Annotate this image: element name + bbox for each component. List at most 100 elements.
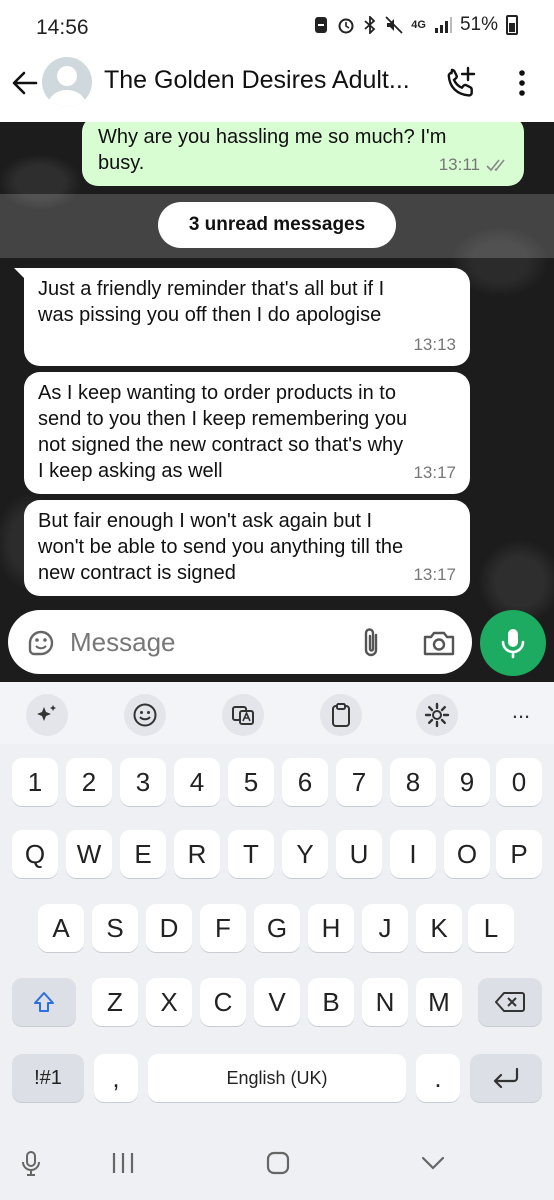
message-line: send to you then I keep remembering you	[38, 408, 408, 430]
keyboard: ... 1 2 3 4 5 6 7 8 9 0 Q W E R T Y U I …	[0, 682, 554, 1130]
message-bubble-outgoing[interactable]: Why are you hassling me so much? I'm bus…	[82, 122, 524, 186]
key-p[interactable]: P	[496, 830, 542, 878]
key-a[interactable]: A	[38, 904, 84, 952]
message-time: 13:17	[413, 565, 456, 584]
hide-keyboard-icon[interactable]	[420, 1150, 446, 1176]
message-input[interactable]: Message	[8, 610, 472, 674]
mic-button[interactable]	[480, 610, 546, 676]
battery-percent: 51%	[459, 14, 498, 35]
avatar[interactable]	[42, 57, 92, 107]
key-i[interactable]: I	[390, 830, 436, 878]
network-type: 4G	[411, 19, 426, 31]
voice-input-icon[interactable]	[20, 1150, 42, 1178]
message-line: Just a friendly reminder that's all but …	[38, 278, 385, 300]
key-g[interactable]: G	[254, 904, 300, 952]
message-line: But fair enough I won't ask again but I	[38, 510, 373, 532]
message-time: 13:11	[438, 155, 480, 174]
period-key[interactable]: .	[416, 1054, 460, 1102]
key-8[interactable]: 8	[390, 758, 436, 806]
key-6[interactable]: 6	[282, 758, 328, 806]
key-7[interactable]: 7	[336, 758, 382, 806]
message-time: 13:17	[413, 463, 456, 482]
settings-icon[interactable]	[416, 694, 458, 736]
translate-icon[interactable]	[222, 694, 264, 736]
sticker-icon[interactable]	[26, 628, 56, 658]
key-r[interactable]: R	[174, 830, 220, 878]
message-line: I keep asking as well	[38, 460, 223, 482]
key-1[interactable]: 1	[12, 758, 58, 806]
system-nav-bar	[0, 1130, 554, 1200]
camera-icon[interactable]	[422, 628, 456, 658]
key-y[interactable]: Y	[282, 830, 328, 878]
comma-key[interactable]: ,	[94, 1054, 138, 1102]
home-icon[interactable]	[265, 1150, 291, 1176]
key-n[interactable]: N	[362, 978, 408, 1026]
message-line: not signed the new contract so that's wh…	[38, 434, 404, 456]
shift-icon	[34, 992, 54, 1012]
chat-title[interactable]: The Golden Desires Adult...	[104, 66, 426, 95]
attach-icon[interactable]	[358, 626, 384, 660]
key-x[interactable]: X	[146, 978, 192, 1026]
message-line: won't be able to send you anything till …	[38, 536, 404, 558]
key-e[interactable]: E	[120, 830, 166, 878]
key-q[interactable]: Q	[12, 830, 58, 878]
status-time: 14:56	[36, 16, 89, 39]
message-placeholder: Message	[70, 627, 176, 657]
more-vert-icon[interactable]	[512, 68, 532, 98]
message-bubble-incoming[interactable]: As I keep wanting to order products in t…	[24, 372, 470, 494]
message-line: As I keep wanting to order products in t…	[38, 382, 396, 404]
key-t[interactable]: T	[228, 830, 274, 878]
key-l[interactable]: L	[468, 904, 514, 952]
key-9[interactable]: 9	[444, 758, 490, 806]
message-time: 13:13	[413, 335, 456, 354]
key-z[interactable]: Z	[92, 978, 138, 1026]
message-line: new contract is signed	[38, 562, 236, 584]
chat-header: The Golden Desires Adult...	[0, 54, 554, 122]
enter-key[interactable]	[470, 1054, 542, 1102]
battery-icon	[506, 15, 518, 35]
message-bubble-incoming[interactable]: But fair enough I won't ask again but I …	[24, 500, 470, 596]
key-k[interactable]: K	[416, 904, 462, 952]
status-bar: 14:56 4G 51%	[0, 0, 554, 54]
key-u[interactable]: U	[336, 830, 382, 878]
message-bubble-incoming[interactable]: Just a friendly reminder that's all but …	[24, 268, 470, 366]
key-w[interactable]: W	[66, 830, 112, 878]
more-icon[interactable]: ...	[500, 694, 542, 736]
key-3[interactable]: 3	[120, 758, 166, 806]
shift-key[interactable]	[12, 978, 76, 1026]
read-ticks-icon	[486, 159, 505, 172]
bubble-tail	[14, 268, 28, 282]
chat-area[interactable]: Why are you hassling me so much? I'm bus…	[0, 122, 554, 682]
ai-sparkle-icon[interactable]	[26, 694, 68, 736]
key-2[interactable]: 2	[66, 758, 112, 806]
key-4[interactable]: 4	[174, 758, 220, 806]
enter-icon	[493, 1067, 519, 1089]
key-m[interactable]: M	[416, 978, 462, 1026]
key-f[interactable]: F	[200, 904, 246, 952]
key-o[interactable]: O	[444, 830, 490, 878]
backspace-icon	[495, 992, 525, 1012]
message-meta: 13:17	[413, 460, 456, 486]
key-v[interactable]: V	[254, 978, 300, 1026]
key-d[interactable]: D	[146, 904, 192, 952]
recent-apps-icon[interactable]	[110, 1150, 136, 1176]
backspace-key[interactable]	[478, 978, 542, 1026]
symbols-key[interactable]: !#1	[12, 1054, 84, 1102]
signal-icon	[434, 17, 452, 33]
key-b[interactable]: B	[308, 978, 354, 1026]
key-5[interactable]: 5	[228, 758, 274, 806]
key-j[interactable]: J	[362, 904, 408, 952]
mic-icon	[501, 629, 525, 659]
key-s[interactable]: S	[92, 904, 138, 952]
clipboard-icon[interactable]	[320, 694, 362, 736]
add-call-icon[interactable]	[444, 66, 478, 100]
dnd-icon	[315, 17, 328, 33]
key-0[interactable]: 0	[496, 758, 542, 806]
space-key[interactable]: English (UK)	[148, 1054, 406, 1102]
unread-badge: 3 unread messages	[158, 202, 396, 248]
alarm-icon	[338, 18, 354, 34]
key-h[interactable]: H	[308, 904, 354, 952]
back-arrow-icon[interactable]	[10, 68, 40, 98]
emoji-icon[interactable]	[124, 694, 166, 736]
key-c[interactable]: C	[200, 978, 246, 1026]
